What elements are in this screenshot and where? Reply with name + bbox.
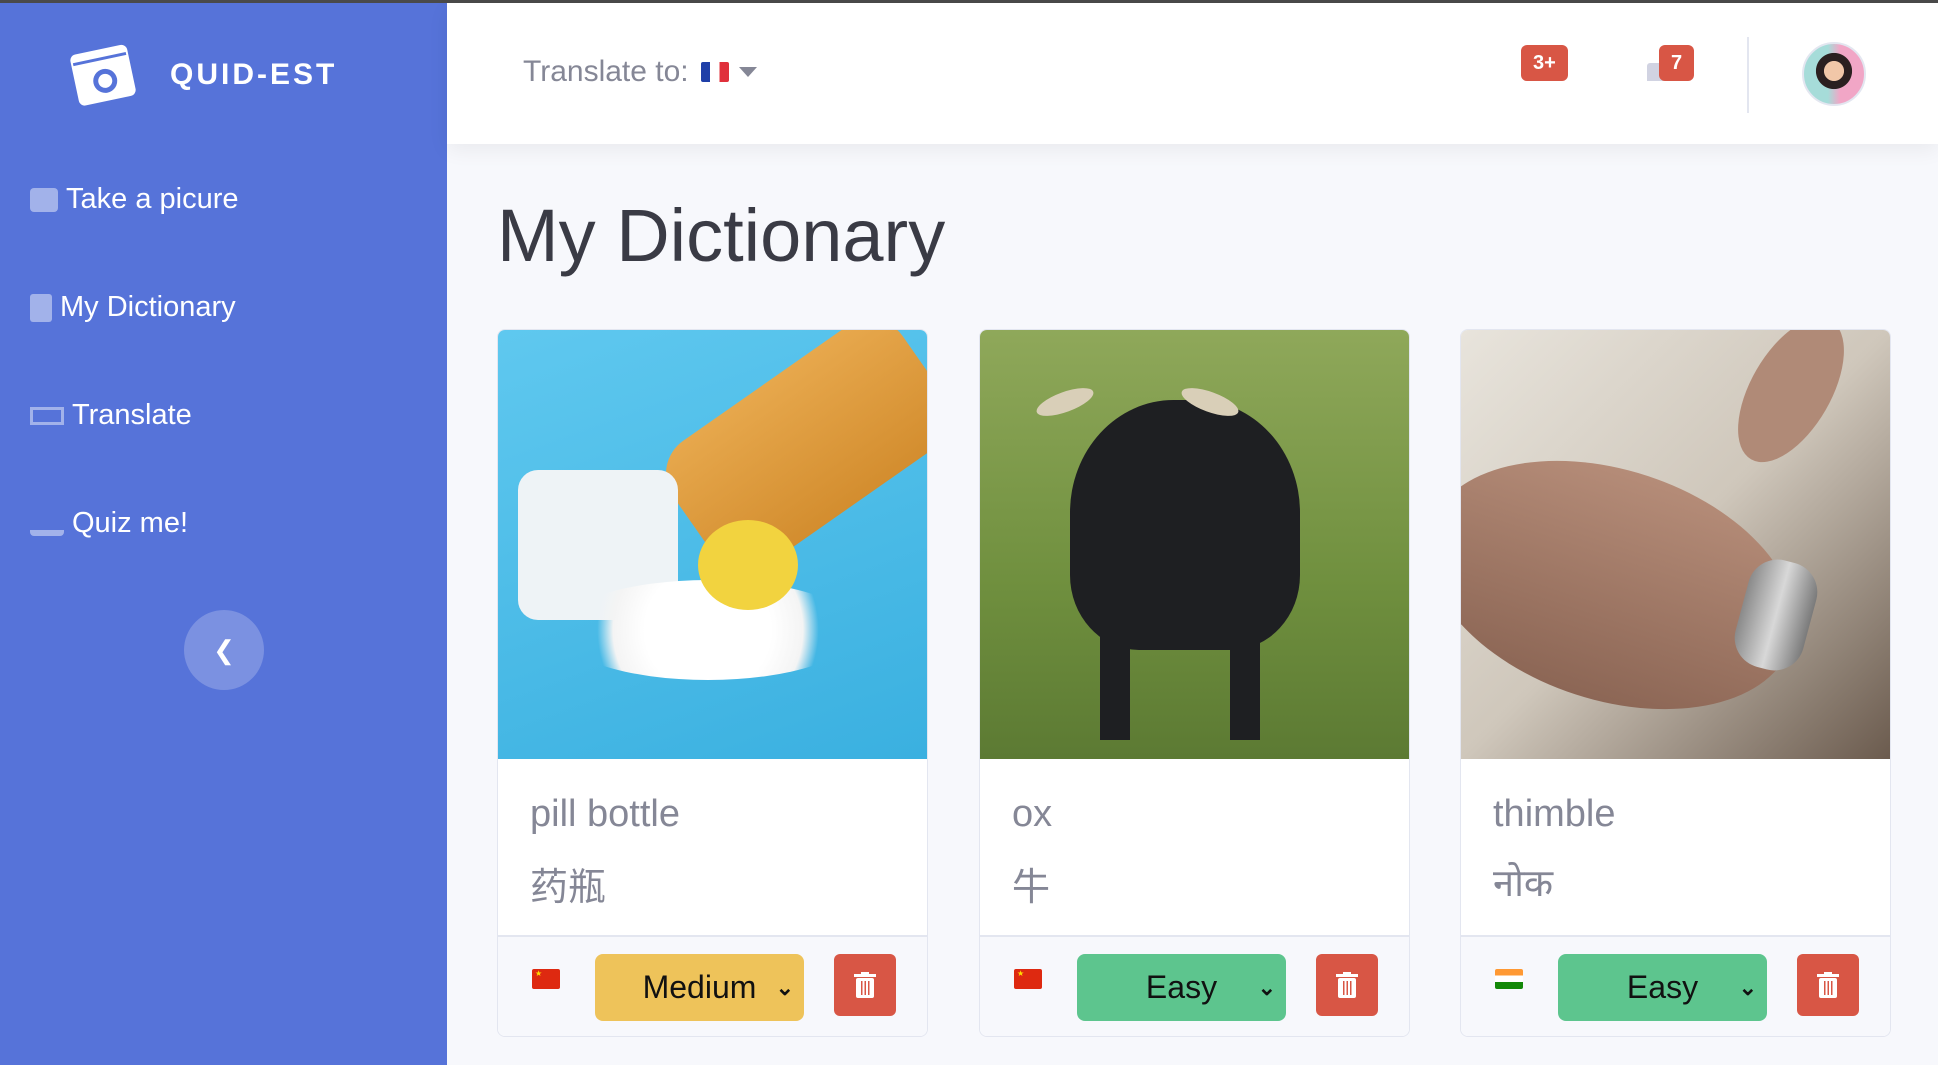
messages-button[interactable]: 7 bbox=[1645, 41, 1695, 87]
word-label: ox bbox=[1012, 793, 1053, 835]
trash-icon bbox=[1817, 972, 1839, 998]
chevron-left-icon: ❮ bbox=[213, 634, 235, 665]
translation-label: 牛 bbox=[1012, 867, 1051, 909]
logo[interactable]: QUID-EST bbox=[66, 41, 337, 109]
difficulty-value: Easy bbox=[1145, 969, 1218, 1005]
china-flag-icon: ★ bbox=[532, 969, 560, 989]
alerts-button[interactable]: 3+ bbox=[1521, 41, 1571, 86]
page-title: My Dictionary bbox=[497, 194, 946, 277]
collapse-sidebar-button[interactable]: ❮ bbox=[184, 610, 264, 690]
divider bbox=[1747, 37, 1749, 113]
user-avatar[interactable] bbox=[1802, 42, 1866, 106]
card-image bbox=[980, 330, 1409, 759]
china-flag-icon: ★ bbox=[1014, 969, 1042, 989]
difficulty-select[interactable]: Easy ⌄ bbox=[1558, 954, 1767, 1021]
sidebar: QUID-EST Take a picure My Dictionary Tra… bbox=[0, 3, 447, 1065]
chevron-down-icon: ⌄ bbox=[1738, 974, 1757, 1000]
translation-label: 药瓶 bbox=[530, 867, 607, 909]
difficulty-select[interactable]: Easy ⌄ bbox=[1077, 954, 1286, 1021]
sidebar-item-take-picture[interactable]: Take a picure bbox=[30, 183, 239, 216]
india-flag-icon bbox=[1495, 969, 1523, 989]
top-bar: Translate to: 3+ 7 bbox=[447, 3, 1938, 144]
camera-logo-icon bbox=[70, 44, 136, 106]
app-name: QUID-EST bbox=[170, 58, 338, 91]
delete-button[interactable] bbox=[1316, 954, 1378, 1016]
sidebar-item-label: Take a picure bbox=[66, 183, 239, 215]
card-footer: Easy ⌄ bbox=[1461, 935, 1890, 1036]
difficulty-value: Easy bbox=[1626, 969, 1699, 1005]
dictionary-card: ox 牛 ★ Easy ⌄ bbox=[979, 329, 1410, 1037]
card-footer: ★ Medium ⌄ bbox=[498, 935, 927, 1036]
sidebar-item-label: Quiz me! bbox=[72, 507, 189, 539]
france-flag-icon bbox=[700, 62, 729, 82]
trash-icon bbox=[854, 972, 876, 998]
word-label: pill bottle bbox=[530, 793, 680, 835]
delete-button[interactable] bbox=[1797, 954, 1859, 1016]
sidebar-item-label: Translate bbox=[72, 399, 192, 431]
caret-down-icon bbox=[738, 67, 757, 77]
messages-badge: 7 bbox=[1659, 45, 1695, 81]
sidebar-item-label: My Dictionary bbox=[60, 291, 236, 323]
translate-language-dropdown[interactable]: Translate to: bbox=[523, 55, 757, 89]
sidebar-item-quiz[interactable]: Quiz me! bbox=[30, 507, 188, 540]
difficulty-value: Medium bbox=[642, 969, 757, 1005]
sidebar-item-translate[interactable]: Translate bbox=[30, 399, 192, 432]
language-icon bbox=[30, 406, 64, 425]
user-chalkboard-icon bbox=[30, 512, 64, 536]
dictionary-card: thimble नोक Easy ⌄ bbox=[1460, 329, 1891, 1037]
delete-button[interactable] bbox=[834, 954, 896, 1016]
card-image bbox=[1461, 330, 1890, 759]
chevron-down-icon: ⌄ bbox=[1257, 974, 1276, 1000]
card-footer: ★ Easy ⌄ bbox=[980, 935, 1409, 1036]
difficulty-select[interactable]: Medium ⌄ bbox=[595, 954, 804, 1021]
translate-label: Translate to: bbox=[523, 55, 689, 88]
alerts-badge: 3+ bbox=[1521, 45, 1568, 81]
card-image bbox=[498, 330, 927, 759]
translation-label: नोक bbox=[1493, 863, 1554, 905]
sidebar-item-my-dictionary[interactable]: My Dictionary bbox=[30, 291, 236, 324]
trash-icon bbox=[1336, 972, 1358, 998]
word-label: thimble bbox=[1493, 793, 1616, 835]
camera-icon bbox=[30, 187, 58, 212]
book-icon bbox=[30, 293, 52, 322]
chevron-down-icon: ⌄ bbox=[775, 974, 794, 1000]
dictionary-card: pill bottle 药瓶 ★ Medium ⌄ bbox=[497, 329, 928, 1037]
